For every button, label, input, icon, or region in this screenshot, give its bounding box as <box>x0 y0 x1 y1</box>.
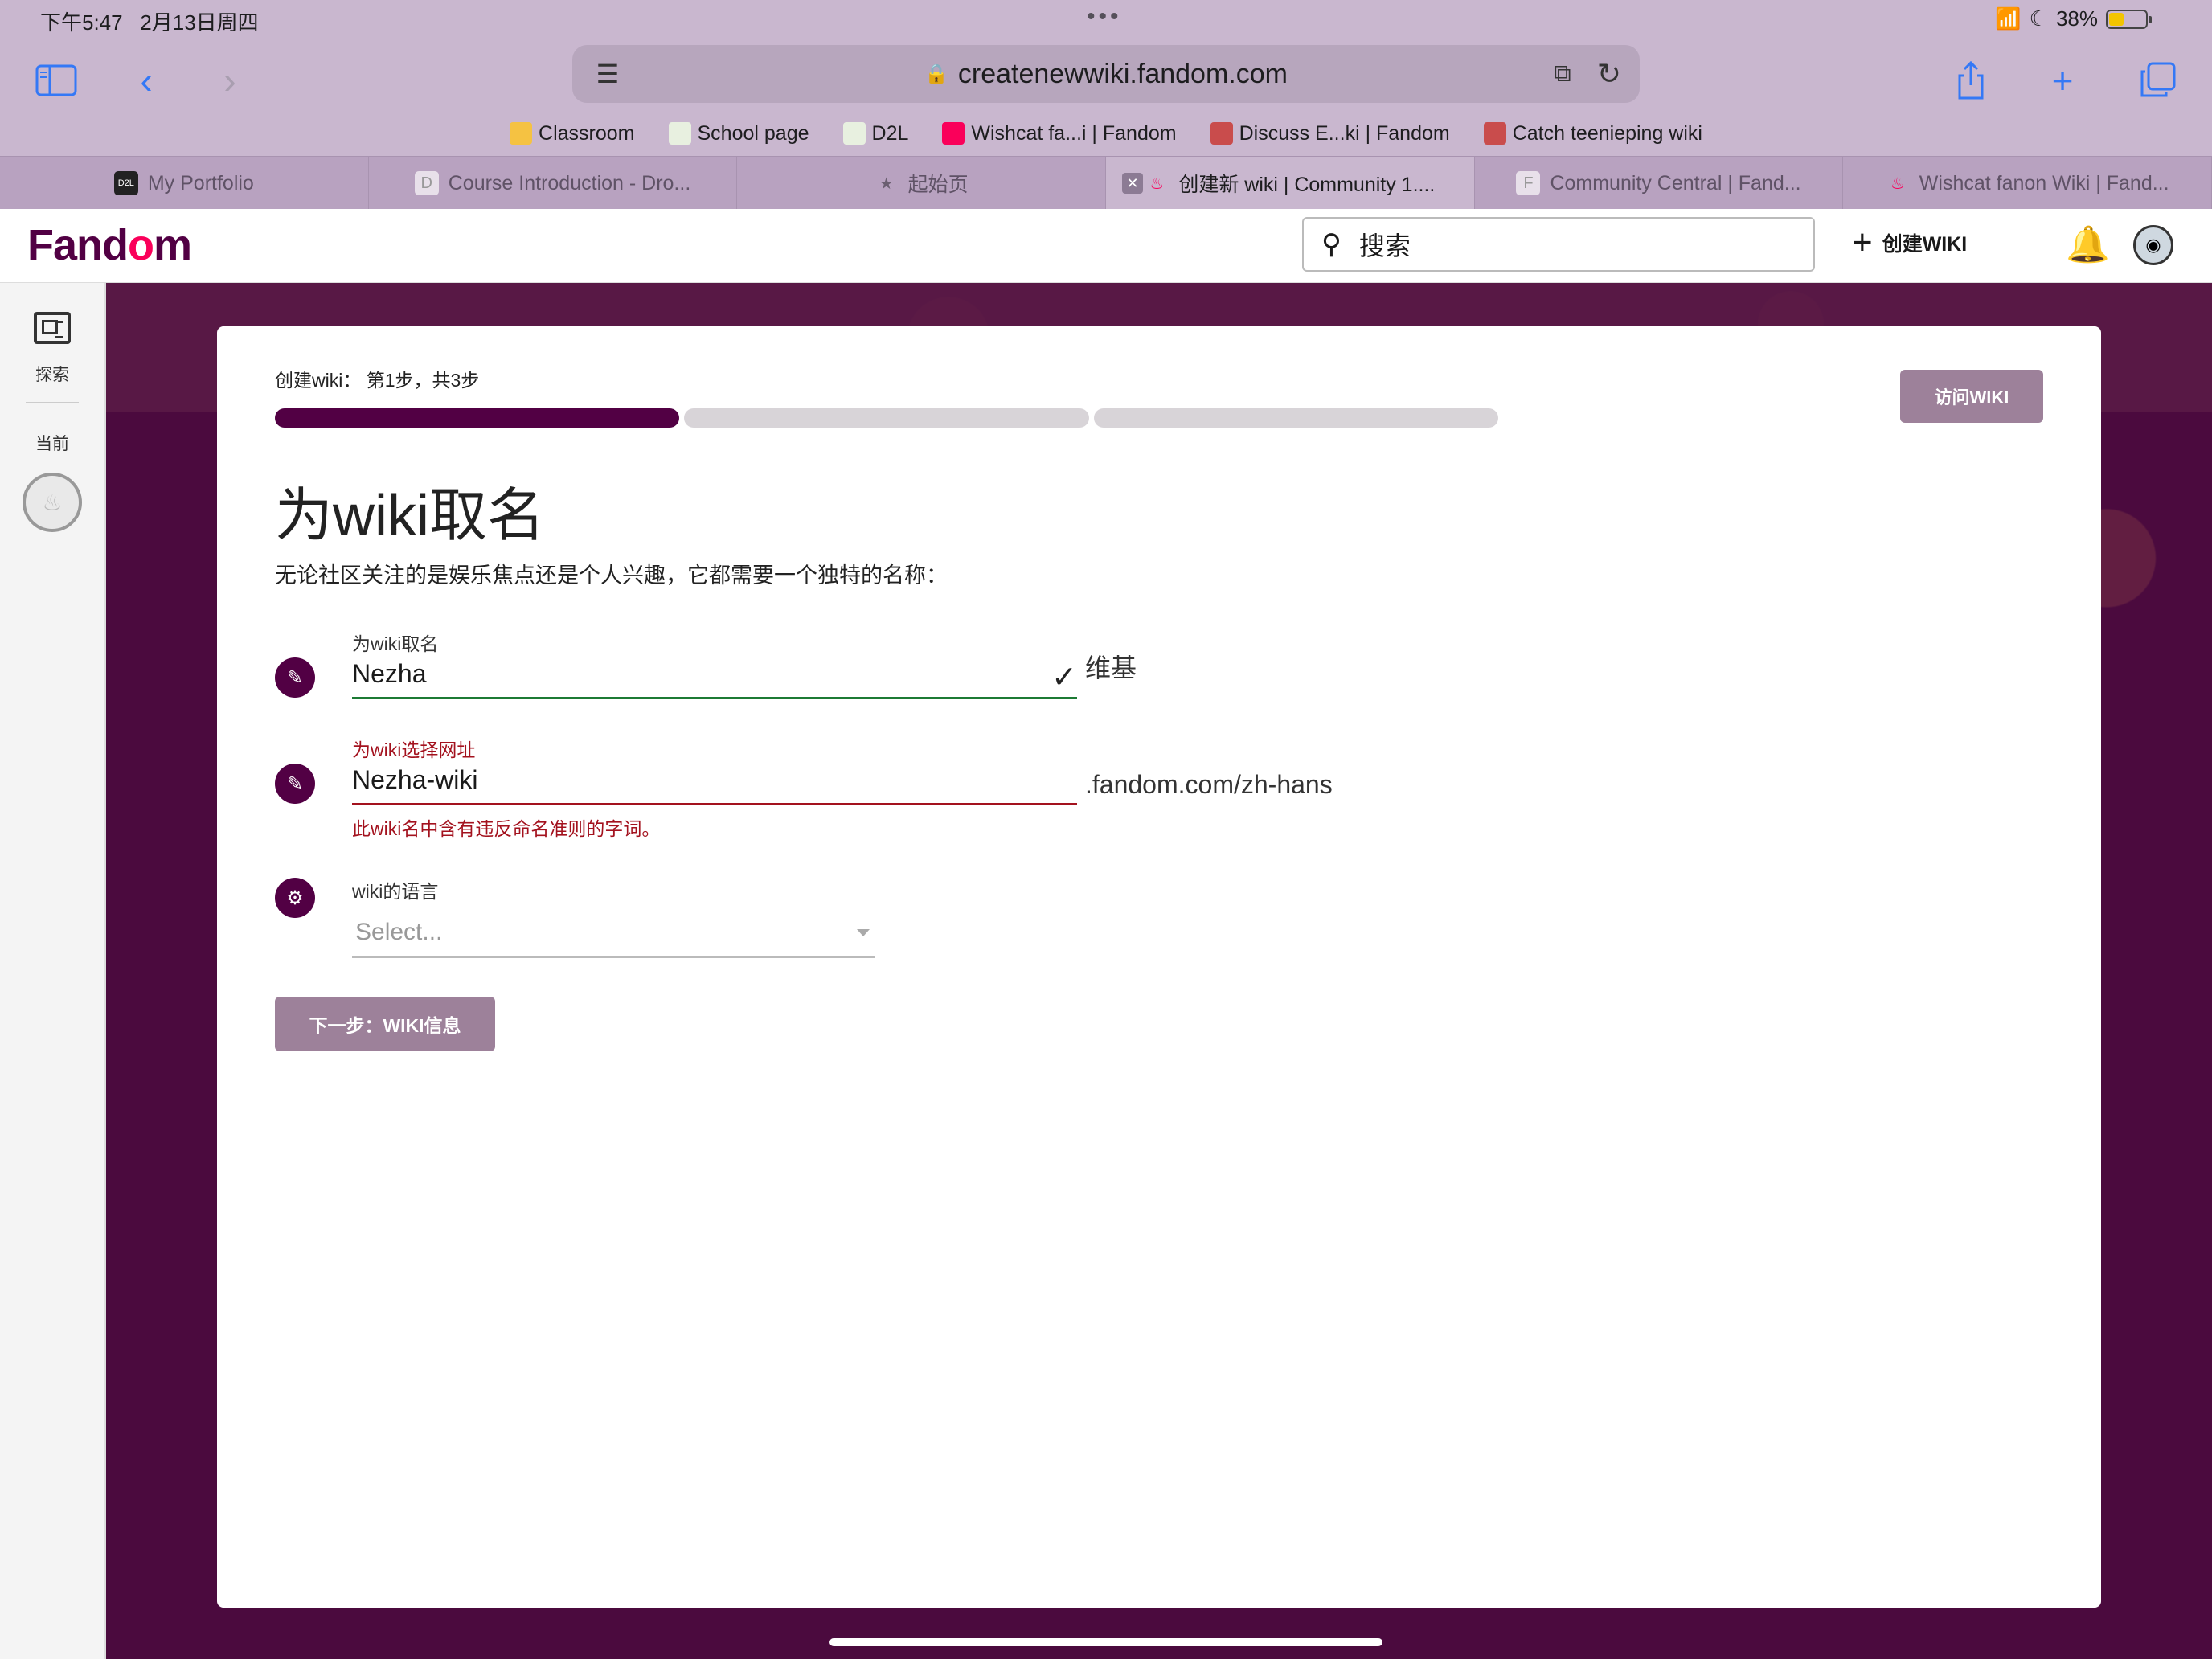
current-wiki-icon[interactable]: ♨ <box>23 473 82 532</box>
tab-label: Wishcat fanon Wiki | Fand... <box>1919 171 2169 195</box>
share-icon[interactable] <box>1947 56 1995 104</box>
browser-tab[interactable]: ★ 起始页 <box>737 157 1107 210</box>
plus-icon: + <box>1852 223 1873 262</box>
left-rail: 探索 当前 ♨ <box>0 283 106 1659</box>
status-time: 下午5:47 2月13日周四 <box>40 10 259 35</box>
sidebar-toggle-icon[interactable] <box>32 56 80 104</box>
tab-bar: D2L My Portfolio D Course Introduction - Dr… <box>0 156 2212 210</box>
url-error-message: 此wiki名中含有违反命名准则的字词。 <box>352 818 661 839</box>
explore-label[interactable]: 探索 <box>0 362 104 386</box>
battery-icon <box>2106 9 2152 29</box>
browser-tab[interactable]: F Community Central | Fand... <box>1475 157 1844 210</box>
page-title: 为wiki取名 <box>275 484 545 548</box>
bookmark-item[interactable]: Classroom <box>510 116 635 151</box>
tab-overview-icon[interactable] <box>2133 56 2181 104</box>
browser-tab[interactable]: ♨ Wishcat fanon Wiki | Fand... <box>1843 157 2212 210</box>
search-input[interactable]: ⚲ 搜索 <box>1302 217 1815 272</box>
bookmark-label: Discuss E...ki | Fandom <box>1239 121 1450 145</box>
star-icon: ★ <box>879 174 894 193</box>
tab-label: Community Central | Fand... <box>1550 171 1801 195</box>
bookmark-label: D2L <box>871 121 909 145</box>
fandom-flame-icon: ♨ <box>1890 174 1905 193</box>
wiki-url-input[interactable]: Nezha-wiki <box>352 757 1077 805</box>
back-icon[interactable]: ‹ <box>122 56 170 104</box>
bookmark-item[interactable]: Catch teenieping wiki <box>1483 116 1702 151</box>
lock-icon: 🔒 <box>924 63 948 85</box>
bookmark-label: Catch teenieping wiki <box>1512 121 1702 145</box>
wiki-language-select[interactable]: Select... <box>352 908 875 958</box>
wifi-icon: 📶 <box>1995 6 2022 31</box>
rail-divider <box>26 402 79 403</box>
discuss-icon <box>1210 122 1233 145</box>
moon-icon: ☾ <box>2029 6 2048 31</box>
new-tab-icon[interactable]: + <box>2038 56 2087 104</box>
f-letter-icon: F <box>1516 171 1541 195</box>
pencil-icon: ✎ <box>275 764 315 804</box>
forward-icon[interactable]: › <box>206 56 254 104</box>
wiki-url-suffix: .fandom.com/zh-hans <box>1085 770 1333 799</box>
bookmarks-bar: Classroom School page D2L Wishcat fa...i | … <box>0 116 2212 151</box>
tab-label: 创建新 wiki | Community 1.... <box>1178 174 1436 196</box>
bookmark-label: Classroom <box>539 121 635 145</box>
visit-wiki-button[interactable]: 访问WIKI <box>1900 370 2043 423</box>
school-icon <box>668 122 691 145</box>
bookmark-item[interactable]: D2L <box>842 116 909 151</box>
progress-segment-1 <box>275 408 680 428</box>
address-bar[interactable]: ☰ 🔒 createnewwiki.fandom.com ⧉ ↻ <box>572 45 1640 103</box>
fandom-logo[interactable]: Fandom <box>27 220 192 270</box>
close-tab-icon[interactable]: ✕ <box>1122 173 1144 194</box>
search-icon: ⚲ <box>1321 229 1342 260</box>
fandom-flame-icon <box>942 122 965 145</box>
page-subtitle: 无论社区关注的是娱乐焦点还是个人兴趣，它都需要一个独特的名称： <box>275 563 948 588</box>
current-label: 当前 <box>35 435 69 453</box>
bookmark-item[interactable]: Discuss E...ki | Fandom <box>1210 116 1450 151</box>
home-indicator[interactable] <box>830 1638 1382 1646</box>
battery-percent: 38% <box>2055 6 2098 31</box>
browser-tab[interactable]: D2L My Portfolio <box>0 157 369 210</box>
step-label: 创建wiki： 第1步，共3步 <box>275 370 480 391</box>
d-letter-icon: D <box>414 171 439 195</box>
url-text: createnewwiki.fandom.com <box>957 58 1288 89</box>
wiki-language-label: wiki的语言 <box>352 881 439 902</box>
search-placeholder: 搜索 <box>1358 231 1411 260</box>
tab-label: 起始页 <box>907 174 969 196</box>
reader-icon[interactable]: ☰ <box>590 56 625 92</box>
checkmark-icon: ✓ <box>1051 661 1077 694</box>
extension-icon[interactable]: ⧉ <box>1545 56 1580 92</box>
chevron-down-icon <box>857 929 870 936</box>
bookmark-label: School page <box>697 121 809 145</box>
pencil-icon: ✎ <box>275 657 315 698</box>
reload-icon[interactable]: ↻ <box>1591 56 1627 92</box>
progress-segment-3 <box>1093 408 1498 428</box>
create-wiki-button[interactable]: + 创建WIKI <box>1852 223 1967 262</box>
gear-icon: ⚙ <box>275 878 315 918</box>
user-avatar[interactable]: ◉ <box>2133 225 2173 265</box>
tab-label: Course Introduction - Dro... <box>448 171 691 195</box>
status-bar: 下午5:47 2月13日周四 ••• 📶 ☾ 38% <box>0 0 2212 40</box>
browser-tab[interactable]: ✕ ♨ 创建新 wiki | Community 1.... <box>1106 157 1475 210</box>
explore-icon[interactable] <box>34 312 71 344</box>
teenieping-icon <box>1483 122 1506 145</box>
tab-label: My Portfolio <box>147 171 254 195</box>
classroom-icon <box>510 122 533 145</box>
d2l-icon: D2L <box>113 171 138 195</box>
d2l-icon <box>842 122 866 145</box>
browser-tab[interactable]: D Course Introduction - Dro... <box>369 157 738 210</box>
fandom-flame-icon: ♨ <box>1149 174 1165 193</box>
multitasking-dots-icon[interactable]: ••• <box>1087 3 1122 31</box>
progress-bar <box>275 408 1498 428</box>
wiki-name-suffix: 维基 <box>1085 653 1137 682</box>
bookmark-label: Wishcat fa...i | Fandom <box>971 121 1177 145</box>
status-right: 📶 ☾ 38% <box>1995 6 2152 31</box>
bookmark-item[interactable]: School page <box>668 116 809 151</box>
notifications-bell-icon[interactable]: 🔔 <box>2066 223 2110 265</box>
progress-segment-2 <box>684 408 1089 428</box>
bookmark-item[interactable]: Wishcat fa...i | Fandom <box>942 116 1177 151</box>
next-step-button[interactable]: 下一步：WIKI信息 <box>275 997 495 1051</box>
fandom-header: Fandom ⚲ 搜索 + 创建WIKI 🔔 ◉ <box>0 209 2212 283</box>
create-wiki-card: 创建wiki： 第1步，共3步 访问WIKI 为wiki取名 无论社区关注的是娱… <box>217 326 2101 1608</box>
wiki-name-input[interactable]: Nezha ✓ <box>352 651 1077 699</box>
